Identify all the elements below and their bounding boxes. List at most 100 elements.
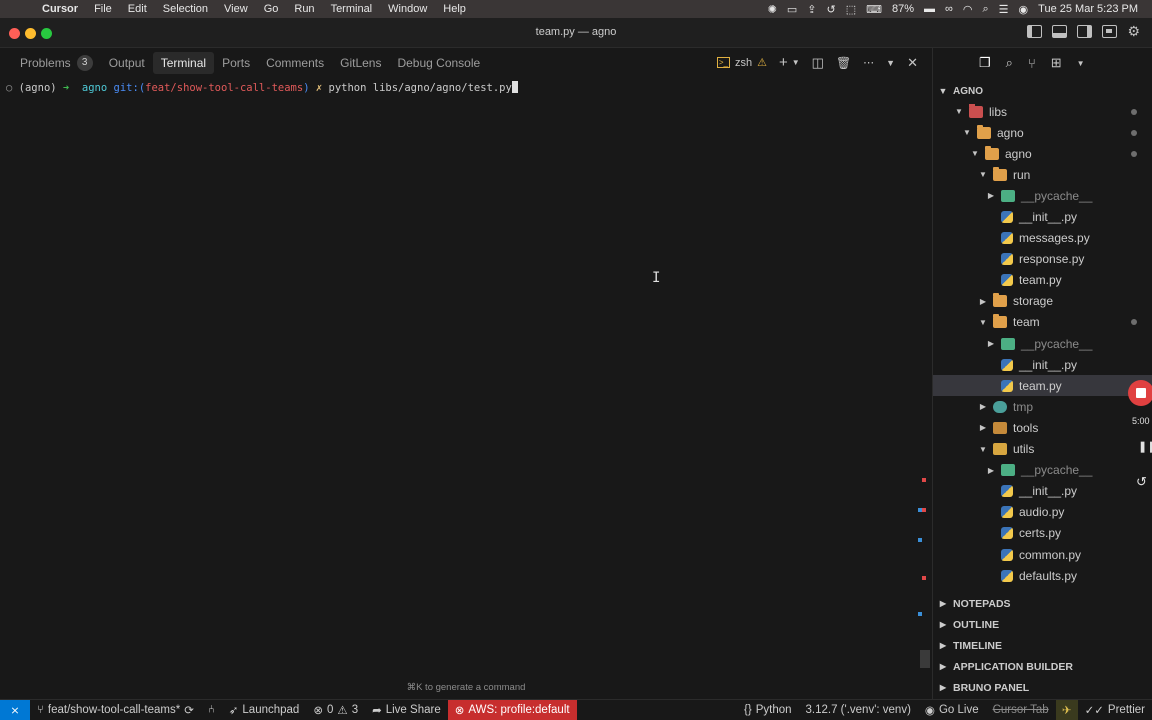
link-icon[interactable]: ∞	[945, 3, 953, 15]
copilot-icon[interactable]: ✈	[1055, 699, 1078, 720]
sidebar-section-header[interactable]: ▶ NOTEPADS	[933, 593, 1152, 614]
folder-tree-item[interactable]: ▶ __pycache__	[933, 185, 1152, 206]
explorer-files-icon[interactable]: ❐	[979, 55, 991, 71]
menu-help[interactable]: Help	[435, 3, 474, 15]
customize-layout-icon[interactable]	[1102, 25, 1118, 38]
brightness-icon[interactable]: ✺	[768, 3, 777, 16]
terminal-output[interactable]: ○ (agno) ➜ agno git:(feat/show-tool-call…	[0, 78, 918, 668]
trash-icon[interactable]: 🗑	[836, 56, 851, 70]
menu-edit[interactable]: Edit	[120, 3, 155, 15]
tab-problems[interactable]: Problems 3	[12, 52, 101, 74]
sidebar-section-header[interactable]: ▶ OUTLINE	[933, 614, 1152, 635]
terminal-prompt-line: ○ (agno) ➜ agno git:(feat/show-tool-call…	[6, 81, 918, 94]
menubar-clock[interactable]: Tue 25 Mar 5:23 PM	[1038, 3, 1138, 15]
tab-terminal[interactable]: Terminal	[152, 52, 215, 74]
prettier-status[interactable]: ✓✓ Prettier	[1078, 700, 1152, 720]
file-tree-item[interactable]: ▶common.py	[933, 544, 1152, 565]
folder-tree-item[interactable]: ▼ team	[933, 312, 1152, 333]
search-icon[interactable]: ⌕	[1006, 55, 1013, 71]
file-tree-item[interactable]: ▶certs.py	[933, 523, 1152, 544]
chevron-up-icon[interactable]: ▼	[886, 58, 895, 68]
file-tree-item[interactable]: ▶team.py	[933, 375, 1152, 397]
file-tree-item[interactable]: ▶response.py	[933, 249, 1152, 270]
toggle-sidebar-left-icon[interactable]	[1027, 25, 1043, 38]
tab-debug-console[interactable]: Debug Console	[389, 52, 488, 74]
restart-icon[interactable]: ↺	[1136, 474, 1147, 490]
gitlens-graph-icon[interactable]: ⑃	[201, 700, 222, 720]
tab-comments[interactable]: Comments	[258, 52, 332, 74]
more-actions-icon[interactable]: ⋯	[863, 56, 874, 69]
upload-icon[interactable]: ⇪	[807, 3, 816, 16]
sidebar-section-header[interactable]: ▶ BRUNO PANEL	[933, 677, 1152, 698]
close-panel-icon[interactable]: ✕	[907, 55, 918, 71]
explorer-root-header[interactable]: ▼ AGNO	[933, 81, 1152, 101]
new-terminal-plus-icon[interactable]: +	[779, 54, 788, 71]
terminal-shell-selector[interactable]: >_ zsh ⚠	[716, 56, 767, 69]
terminal-cursor	[511, 81, 518, 93]
remote-indicator-icon[interactable]: ⨯	[0, 699, 30, 720]
live-share-status[interactable]: ➦ Live Share	[365, 700, 448, 720]
file-tree-item[interactable]: ▶__init__.py	[933, 206, 1152, 227]
dashed-box-icon[interactable]: ⬚	[846, 3, 856, 16]
toggle-sidebar-right-icon[interactable]	[1077, 25, 1093, 38]
launchpad-status[interactable]: ➶ Launchpad	[222, 700, 307, 720]
file-tree-item[interactable]: ▶__init__.py	[933, 481, 1152, 502]
warning-icon[interactable]: ⚠	[757, 56, 767, 69]
folder-tree-item[interactable]: ▼ utils	[933, 439, 1152, 460]
menu-view[interactable]: View	[216, 3, 256, 15]
sidebar-section-header[interactable]: ▶ TIMELINE	[933, 635, 1152, 656]
python-interpreter-status[interactable]: 3.12.7 ('.venv': venv)	[799, 700, 918, 720]
extensions-icon[interactable]: ⊞	[1051, 55, 1062, 71]
aws-profile-status[interactable]: ⊗ AWS: profile:default	[447, 699, 577, 720]
keyboard-icon[interactable]: ⌨	[866, 3, 882, 16]
battery-icon[interactable]: ▬	[924, 3, 935, 15]
menu-run[interactable]: Run	[286, 3, 322, 15]
folder-tree-item[interactable]: ▼ agno	[933, 122, 1152, 143]
folder-tree-item[interactable]: ▼ libs	[933, 101, 1152, 122]
chevron-down-icon[interactable]: ▼	[792, 58, 800, 67]
file-tree-item[interactable]: ▶team.py	[933, 270, 1152, 291]
menu-app-name[interactable]: Cursor	[40, 3, 86, 15]
settings-gear-icon[interactable]: ⚙	[1127, 24, 1140, 38]
file-tree-item[interactable]: ▶messages.py	[933, 228, 1152, 249]
wifi-icon[interactable]: ◠	[963, 3, 973, 16]
control-center-icon[interactable]: ☰	[999, 3, 1009, 16]
source-control-icon[interactable]: ⑂	[1028, 56, 1036, 71]
go-live-status[interactable]: ◉ Go Live	[918, 700, 986, 720]
problems-status[interactable]: ⊗ 0 ⚠ 3	[306, 700, 365, 720]
cursor-tab-status[interactable]: Cursor Tab	[986, 700, 1056, 720]
sidebar-section-header[interactable]: ▶ APPLICATION BUILDER	[933, 656, 1152, 677]
folder-tree-item[interactable]: ▶ __pycache__	[933, 460, 1152, 481]
toggle-panel-icon[interactable]	[1052, 25, 1068, 38]
stop-recording-button[interactable]	[1128, 380, 1152, 406]
folder-tree-item[interactable]: ▼ agno	[933, 143, 1152, 164]
display-icon[interactable]: ▭	[787, 3, 797, 16]
menu-window[interactable]: Window	[380, 3, 435, 15]
chevron-down-icon: ▼	[955, 107, 963, 117]
menu-selection[interactable]: Selection	[155, 3, 216, 15]
split-terminal-icon[interactable]: ◫	[812, 55, 824, 71]
language-mode-status[interactable]: {} Python	[737, 700, 799, 720]
git-branch-status[interactable]: ⑂ feat/show-tool-call-teams* ⟳	[30, 700, 201, 720]
folder-tree-item[interactable]: ▶ __pycache__	[933, 333, 1152, 354]
tab-output[interactable]: Output	[101, 52, 153, 74]
pause-icon[interactable]: ❚❚	[1138, 440, 1152, 453]
folder-tree-item[interactable]: ▼ run	[933, 164, 1152, 185]
tab-ports[interactable]: Ports	[214, 52, 258, 74]
folder-tree-item[interactable]: ▶ tmp	[933, 396, 1152, 417]
file-tree-item[interactable]: ▶__init__.py	[933, 354, 1152, 375]
menu-go[interactable]: Go	[256, 3, 287, 15]
scrollbar-thumb[interactable]	[920, 650, 930, 668]
file-tree-item[interactable]: ▶defaults.py	[933, 565, 1152, 586]
folder-tree-item[interactable]: ▶ tools	[933, 417, 1152, 438]
chevron-down-icon[interactable]: ▼	[1077, 59, 1085, 68]
tab-gitlens[interactable]: GitLens	[332, 52, 389, 74]
siri-icon[interactable]: ◉	[1019, 3, 1029, 16]
menu-file[interactable]: File	[86, 3, 120, 15]
menu-terminal[interactable]: Terminal	[323, 3, 381, 15]
folder-tree-item[interactable]: ▶ storage	[933, 291, 1152, 312]
search-icon[interactable]: ⌕	[982, 3, 988, 16]
time-machine-icon[interactable]: ↺	[826, 3, 835, 16]
file-tree-item[interactable]: ▶audio.py	[933, 502, 1152, 523]
terminal-scrollbar[interactable]	[918, 78, 932, 668]
